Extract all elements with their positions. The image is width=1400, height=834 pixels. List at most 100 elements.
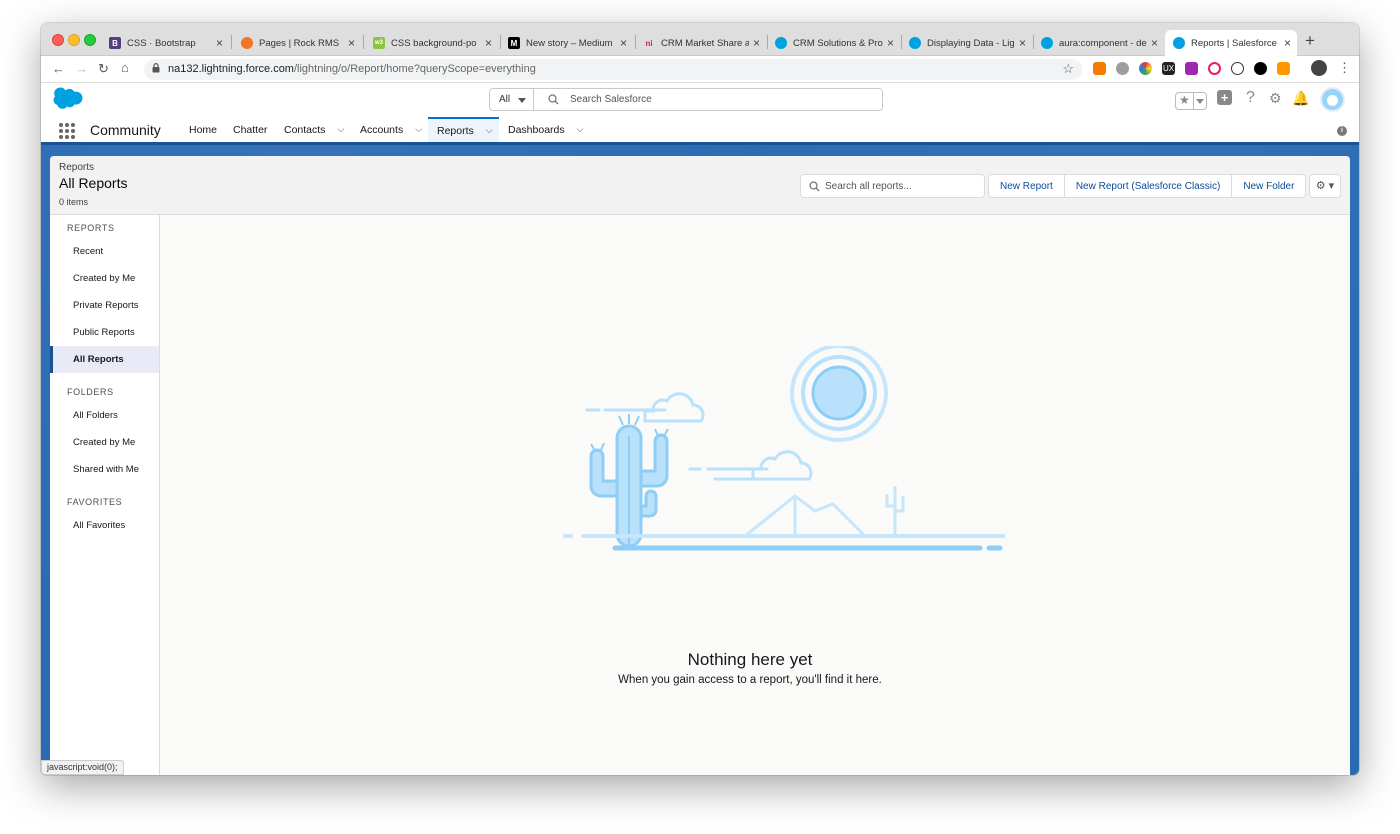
extension-pp-icon[interactable] [1185,62,1198,75]
setup-gear-icon[interactable]: ⚙ [1269,90,1282,107]
sidebar-item-created-by-me[interactable]: Created by Me [50,265,159,292]
page-title: All Reports [59,175,128,191]
tab-title: aura:component - de [1059,37,1147,49]
empty-state-subtitle: When you gain access to a report, you'll… [618,674,882,686]
section-heading-folders: FOLDERS [67,387,114,397]
browser-tab[interactable]: aura:component - de × [1033,30,1164,56]
browser-tab[interactable]: w3 CSS background-po × [365,30,498,56]
new-report-button[interactable]: New Report [989,175,1065,197]
browser-tab[interactable]: CRM Solutions & Pro × [767,30,900,56]
close-tab-icon[interactable]: × [485,36,492,50]
extension-color-picker-icon[interactable] [1139,62,1152,75]
sidebar-item-all-folders[interactable]: All Folders [50,402,159,429]
search-scope-dropdown[interactable]: All [490,89,534,110]
forward-icon[interactable]: → [75,61,88,76]
zoom-window-button[interactable] [84,34,96,46]
close-tab-icon[interactable]: × [1151,36,1158,50]
browser-tab[interactable]: M New story – Medium × [500,30,633,56]
empty-state-title: Nothing here yet [687,650,813,669]
profile-avatar[interactable] [1311,60,1327,76]
minimize-window-button[interactable] [68,34,80,46]
close-window-button[interactable] [52,34,64,46]
browser-tab-active[interactable]: Reports | Salesforce × [1165,30,1297,56]
breadcrumb[interactable]: Reports [59,162,94,173]
nav-item-contacts[interactable]: Contacts ⌵ [275,117,353,142]
tab-title: CRM Market Share a [661,37,749,49]
sidebar-item-shared-with-me[interactable]: Shared with Me [50,456,159,483]
browser-status-bar: javascript:void(0); [41,760,124,775]
home-icon[interactable]: ⌂ [121,60,129,75]
tab-title: New story – Medium [526,37,613,49]
salesforce-favicon-icon [775,37,787,49]
nix-favicon-icon: ni [645,38,653,48]
item-count: 0 items [59,197,89,207]
tab-title: Pages | Rock RMS [259,37,340,49]
nav-item-home[interactable]: Home [180,117,226,142]
extension-info-icon[interactable] [1231,62,1244,75]
chevron-down-icon[interactable]: ⌵ [415,124,422,135]
help-icon[interactable]: ? [1246,89,1255,107]
favorites-button[interactable]: ★ [1175,92,1207,110]
close-tab-icon[interactable]: × [1019,36,1026,50]
new-tab-button[interactable]: + [1305,31,1315,51]
nav-item-label: Dashboards [508,123,565,136]
chevron-down-icon [1196,99,1204,104]
chevron-down-icon[interactable]: ⌵ [486,125,493,136]
sidebar-item-private-reports[interactable]: Private Reports [50,292,159,319]
address-bar: ← → ↻ ⌂ na132.lightning.force.com/lightn… [41,56,1359,83]
page-header: Reports All Reports 0 items Search all r… [50,156,1350,215]
sidebar-item-all-reports[interactable]: All Reports [50,346,159,373]
browser-tab[interactable]: Displaying Data - Lig × [901,30,1032,56]
salesforce-logo-icon[interactable] [53,87,83,109]
extension-ux-icon[interactable]: UX [1162,62,1175,75]
list-settings-button[interactable]: ⚙ ▾ [1309,174,1341,198]
url-field[interactable]: na132.lightning.force.com/lightning/o/Re… [144,59,1082,80]
new-folder-button[interactable]: New Folder [1232,175,1305,197]
close-tab-icon[interactable]: × [348,36,355,50]
chevron-down-icon[interactable]: ⌵ [577,124,584,135]
tab-title: Reports | Salesforce [1191,37,1277,49]
extension-chart-icon[interactable] [1093,62,1106,75]
sidebar-item-folders-created-by-me[interactable]: Created by Me [50,429,159,456]
notifications-bell-icon[interactable]: 🔔 [1292,90,1309,107]
browser-menu-icon[interactable]: ⋮ [1338,60,1351,76]
sidebar-item-all-favorites[interactable]: All Favorites [50,512,159,539]
extension-1password-icon[interactable] [1254,62,1267,75]
info-icon[interactable]: i [1337,126,1347,136]
url-text: na132.lightning.force.com/lightning/o/Re… [168,63,536,75]
sidebar-item-recent[interactable]: Recent [50,238,159,265]
close-tab-icon[interactable]: × [753,36,760,50]
bookmark-star-icon[interactable]: ☆ [1062,61,1074,77]
close-tab-icon[interactable]: × [887,36,894,50]
nav-item-label: Chatter [233,123,268,136]
new-report-classic-button[interactable]: New Report (Salesforce Classic) [1065,175,1233,197]
nav-item-reports[interactable]: Reports ⌵ [428,117,499,142]
user-avatar[interactable] [1320,87,1345,112]
app-launcher-icon[interactable] [59,123,75,139]
search-scope-label: All [499,94,511,105]
close-tab-icon[interactable]: × [216,36,223,50]
back-icon[interactable]: ← [52,61,65,76]
reload-icon[interactable]: ↻ [98,61,109,77]
nav-item-accounts[interactable]: Accounts ⌵ [351,117,431,142]
content-area: Reports All Reports 0 items Search all r… [41,145,1359,775]
extension-face-icon[interactable] [1116,62,1129,75]
lock-icon [152,63,160,73]
extension-grid-icon[interactable] [1277,62,1290,75]
close-tab-icon[interactable]: × [1284,36,1291,50]
global-search[interactable]: All Search Salesforce [489,88,883,111]
sidebar-item-public-reports[interactable]: Public Reports [50,319,159,346]
nav-item-chatter[interactable]: Chatter [224,117,276,142]
search-reports-input[interactable]: Search all reports... [800,174,985,198]
browser-tab[interactable]: ni CRM Market Share a × [635,30,766,56]
close-tab-icon[interactable]: × [620,36,627,50]
browser-tab[interactable]: Pages | Rock RMS × [233,30,361,56]
salesforce-favicon-icon [1173,37,1185,49]
extension-target-icon[interactable] [1208,62,1221,75]
browser-tab[interactable]: B CSS · Bootstrap × [101,30,229,56]
search-placeholder: Search Salesforce [570,94,652,105]
nav-item-dashboards[interactable]: Dashboards ⌵ [499,117,592,142]
chevron-down-icon[interactable]: ⌵ [337,124,344,135]
tab-strip: B CSS · Bootstrap × Pages | Rock RMS × w… [41,23,1359,56]
global-actions-plus-icon[interactable]: + [1217,90,1232,105]
